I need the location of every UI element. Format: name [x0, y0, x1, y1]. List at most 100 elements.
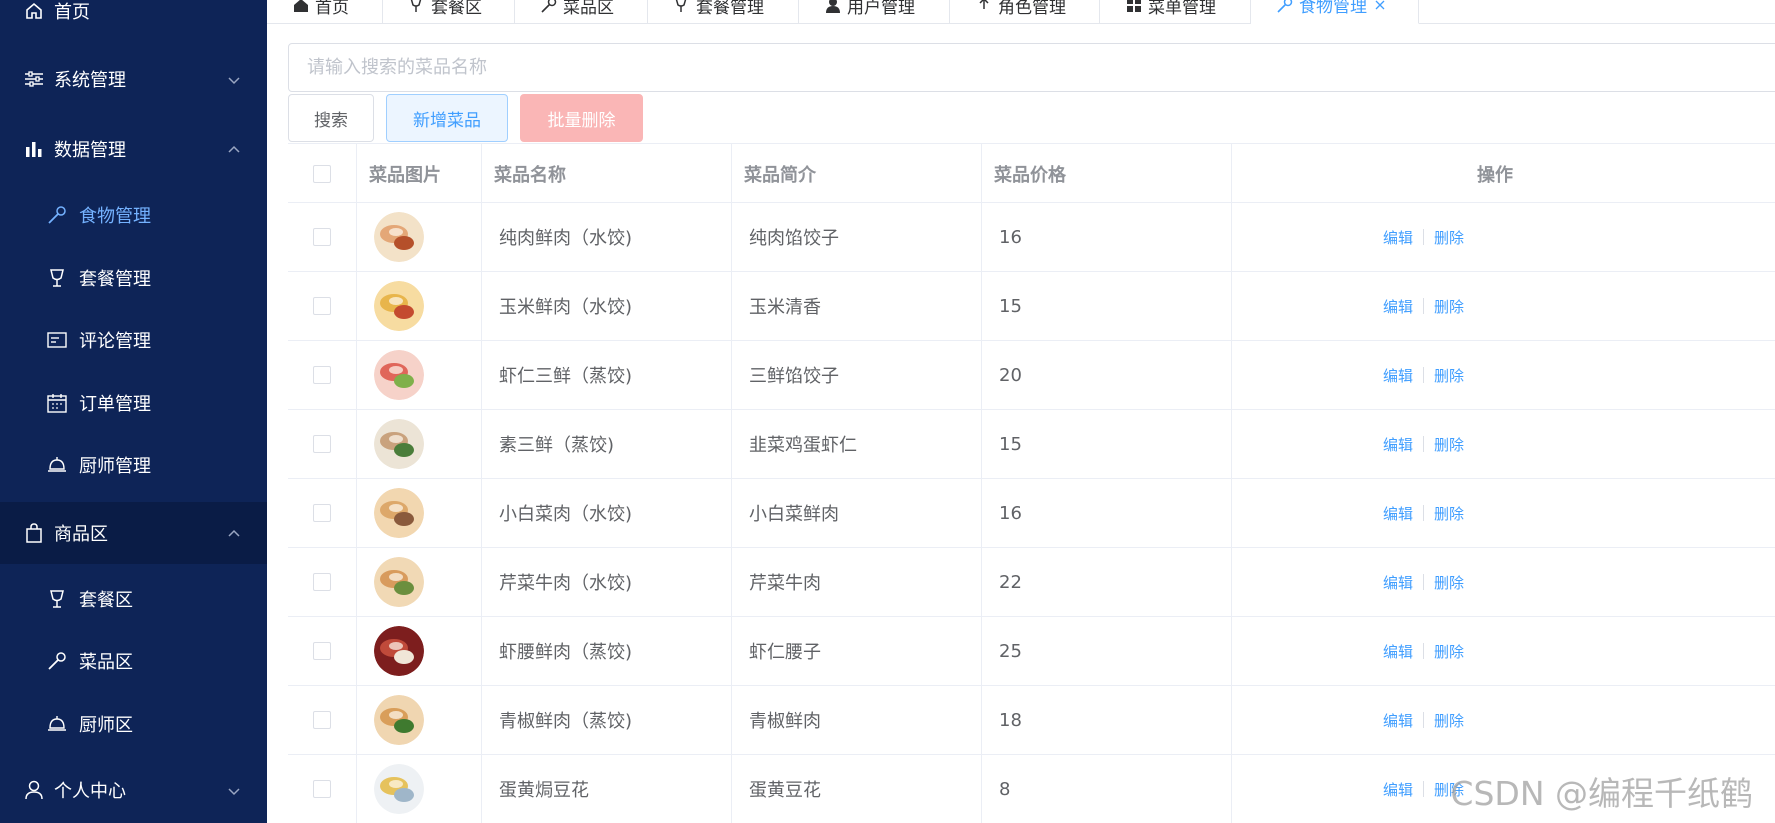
row-checkbox[interactable] — [313, 435, 331, 453]
cup-icon — [47, 268, 67, 288]
edit-link[interactable]: 编辑 — [1383, 710, 1413, 731]
dish-desc: 玉米清香 — [732, 272, 982, 340]
image-cell — [357, 479, 482, 547]
dish-thumbnail — [374, 695, 424, 745]
row-checkbox[interactable] — [313, 228, 331, 246]
watermark: CSDN @编程千纸鹤 — [1450, 774, 1753, 813]
delete-link[interactable]: 删除 — [1434, 227, 1464, 248]
actions-cell: 编辑 删除 — [1232, 479, 1775, 547]
tab-label: 用户管理 — [847, 0, 915, 18]
sidebar-item-order[interactable]: 订单管理 — [0, 372, 267, 434]
tab-role-manage[interactable]: 角色管理 — [950, 0, 1100, 24]
row-select-cell — [288, 203, 357, 271]
spoon-icon — [47, 205, 67, 225]
row-checkbox[interactable] — [313, 780, 331, 798]
tab-user-manage[interactable]: 用户管理 — [799, 0, 950, 24]
sidebar-item-comment[interactable]: 评论管理 — [0, 309, 267, 371]
row-checkbox[interactable] — [313, 573, 331, 591]
dish-thumbnail — [374, 764, 424, 814]
tab-home[interactable]: 首页 — [267, 0, 383, 24]
search-button[interactable]: 搜索 — [288, 94, 374, 142]
sidebar-item-package-zone[interactable]: 套餐区 — [0, 568, 267, 630]
sidebar-item-profile[interactable]: 个人中心 — [0, 759, 267, 821]
dish-price: 15 — [982, 410, 1232, 478]
edit-link[interactable]: 编辑 — [1383, 572, 1413, 593]
dish-price: 22 — [982, 548, 1232, 616]
row-checkbox[interactable] — [313, 366, 331, 384]
tab-package-zone[interactable]: 套餐区 — [383, 0, 515, 24]
sidebar-item-package[interactable]: 套餐管理 — [0, 247, 267, 309]
sidebar-item-dish-zone[interactable]: 菜品区 — [0, 630, 267, 692]
delete-link[interactable]: 删除 — [1434, 641, 1464, 662]
dish-name: 玉米鲜肉（水饺) — [482, 272, 732, 340]
dish-thumbnail — [374, 626, 424, 676]
close-icon[interactable] — [1375, 0, 1385, 10]
sidebar-item-data[interactable]: 数据管理 — [0, 118, 267, 180]
sidebar-item-label: 个人中心 — [54, 781, 126, 802]
row-checkbox[interactable] — [313, 711, 331, 729]
select-all-checkbox[interactable] — [313, 164, 331, 183]
tab-package-manage[interactable]: 套餐管理 — [648, 0, 799, 24]
edit-link[interactable]: 编辑 — [1383, 365, 1413, 386]
cup-icon — [409, 0, 425, 13]
dish-price: 15 — [982, 272, 1232, 340]
delete-link[interactable]: 删除 — [1434, 365, 1464, 386]
tab-food-manage[interactable]: 食物管理 — [1251, 0, 1419, 24]
edit-link[interactable]: 编辑 — [1383, 503, 1413, 524]
row-checkbox[interactable] — [313, 297, 331, 315]
user-icon — [825, 0, 841, 13]
home-icon — [293, 0, 309, 13]
dish-desc: 韭菜鸡蛋虾仁 — [732, 410, 982, 478]
edit-link[interactable]: 编辑 — [1383, 641, 1413, 662]
delete-link[interactable]: 删除 — [1434, 710, 1464, 731]
dish-name: 蛋黄焗豆花 — [482, 755, 732, 823]
sidebar-item-home[interactable]: 首页 — [0, 0, 267, 42]
sidebar-item-label: 套餐区 — [79, 590, 133, 611]
tab-label: 菜品区 — [563, 0, 614, 18]
tab-label: 首页 — [315, 0, 349, 18]
actions-cell: 编辑 删除 — [1232, 548, 1775, 616]
edit-link[interactable]: 编辑 — [1383, 434, 1413, 455]
actions-cell: 编辑 删除 — [1232, 272, 1775, 340]
batch-delete-button[interactable]: 批量删除 — [520, 94, 643, 142]
delete-link[interactable]: 删除 — [1434, 503, 1464, 524]
edit-link[interactable]: 编辑 — [1383, 779, 1413, 800]
delete-link[interactable]: 删除 — [1434, 434, 1464, 455]
row-checkbox[interactable] — [313, 642, 331, 660]
divider — [1423, 712, 1425, 728]
sidebar: 首页 系统管理 数据管理 食物管理 套餐管理 评论管理 订单管理 厨师管理 商品… — [0, 0, 267, 823]
delete-link[interactable]: 删除 — [1434, 572, 1464, 593]
actions-cell: 编辑 删除 — [1232, 617, 1775, 685]
tab-menu-manage[interactable]: 菜单管理 — [1100, 0, 1251, 24]
sidebar-item-label: 套餐管理 — [79, 269, 151, 290]
cloche-icon — [47, 714, 67, 734]
dish-name: 素三鲜（蒸饺) — [482, 410, 732, 478]
row-select-cell — [288, 548, 357, 616]
header-image: 菜品图片 — [357, 144, 482, 203]
edit-link[interactable]: 编辑 — [1383, 296, 1413, 317]
sidebar-item-goods[interactable]: 商品区 — [0, 502, 267, 564]
image-cell — [357, 755, 482, 823]
sidebar-item-system[interactable]: 系统管理 — [0, 48, 267, 110]
search-input[interactable] — [288, 43, 1775, 92]
cup-icon — [47, 589, 67, 609]
edit-link[interactable]: 编辑 — [1383, 227, 1413, 248]
tab-dish-zone[interactable]: 菜品区 — [515, 0, 648, 24]
sidebar-item-label: 首页 — [54, 2, 90, 23]
table-row: 芹菜牛肉（水饺) 芹菜牛肉 22 编辑 删除 — [288, 548, 1775, 617]
sidebar-item-food[interactable]: 食物管理 — [0, 184, 267, 246]
spoon-icon — [1277, 0, 1293, 13]
tab-label: 食物管理 — [1299, 0, 1367, 17]
dish-price: 8 — [982, 755, 1232, 823]
dish-desc: 纯肉馅饺子 — [732, 203, 982, 271]
row-checkbox[interactable] — [313, 504, 331, 522]
image-cell — [357, 410, 482, 478]
cup-icon — [674, 0, 690, 13]
sidebar-item-chef-zone[interactable]: 厨师区 — [0, 693, 267, 755]
delete-link[interactable]: 删除 — [1434, 296, 1464, 317]
sidebar-item-label: 商品区 — [54, 524, 108, 545]
add-dish-button[interactable]: 新增菜品 — [386, 94, 508, 142]
chevron-down-icon — [227, 783, 241, 797]
chevron-down-icon — [227, 72, 241, 86]
sidebar-item-chef[interactable]: 厨师管理 — [0, 434, 267, 496]
